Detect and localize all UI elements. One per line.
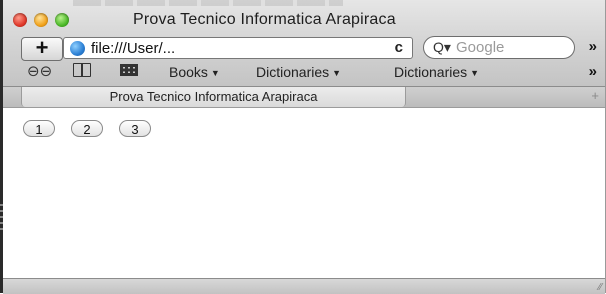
tab-bar: Prova Tecnico Informatica Arapiraca + [3,87,605,108]
globe-icon [70,41,85,56]
close-icon[interactable] [13,13,27,27]
browser-window: Prova Tecnico Informatica Arapiraca + fi… [0,0,606,294]
chevron-down-icon: ▼ [210,68,220,78]
address-bar[interactable]: file:///User/... c [63,37,413,59]
zoom-icon[interactable] [55,13,69,27]
search-icon[interactable]: Q▾ [433,39,451,56]
new-tab-icon[interactable]: + [591,88,599,103]
bookmarks-book-icon[interactable] [73,63,91,77]
bookmark-folder-books[interactable]: Books ▼ [169,64,220,80]
url-text[interactable]: file:///User/... [91,40,175,57]
status-bar: ⁄⁄ [3,278,605,294]
toolbar: Prova Tecnico Informatica Arapiraca + fi… [3,0,605,87]
window-title: Prova Tecnico Informatica Arapiraca [133,11,396,28]
search-field[interactable]: Q▾ [423,36,575,59]
page-button-2[interactable]: 2 [71,120,103,137]
tab-active[interactable]: Prova Tecnico Informatica Arapiraca [21,87,406,107]
window-title-bar-artifact [73,0,343,6]
resize-grip-icon[interactable]: ⁄⁄ [599,282,602,293]
bookmarks-overflow-button[interactable]: » [589,63,597,80]
reload-button[interactable]: c [395,39,403,56]
bookmarks-bar: ⊖⊖ Books ▼ Dictionaries ▼ Dictionaries ▼ » [3,62,605,82]
window-controls [13,13,69,27]
page-button-1[interactable]: 1 [23,120,55,137]
page-content: 1 2 3 [3,108,605,278]
toolbar-overflow-button[interactable]: » [589,38,597,55]
chevron-down-icon: ▼ [332,68,342,78]
reading-glasses-icon[interactable]: ⊖⊖ [27,62,52,80]
bookmark-folder-dictionaries-2[interactable]: Dictionaries ▼ [394,64,479,80]
window-edge-decoration [0,200,3,230]
add-bookmark-button[interactable]: + [21,37,63,61]
minimize-icon[interactable] [34,13,48,27]
pagination: 1 2 3 [23,120,151,137]
search-input[interactable] [456,39,566,56]
bookmark-folder-dictionaries[interactable]: Dictionaries ▼ [256,64,341,80]
chevron-down-icon: ▼ [470,68,480,78]
page-button-3[interactable]: 3 [119,120,151,137]
top-sites-grid-icon[interactable] [120,64,138,76]
